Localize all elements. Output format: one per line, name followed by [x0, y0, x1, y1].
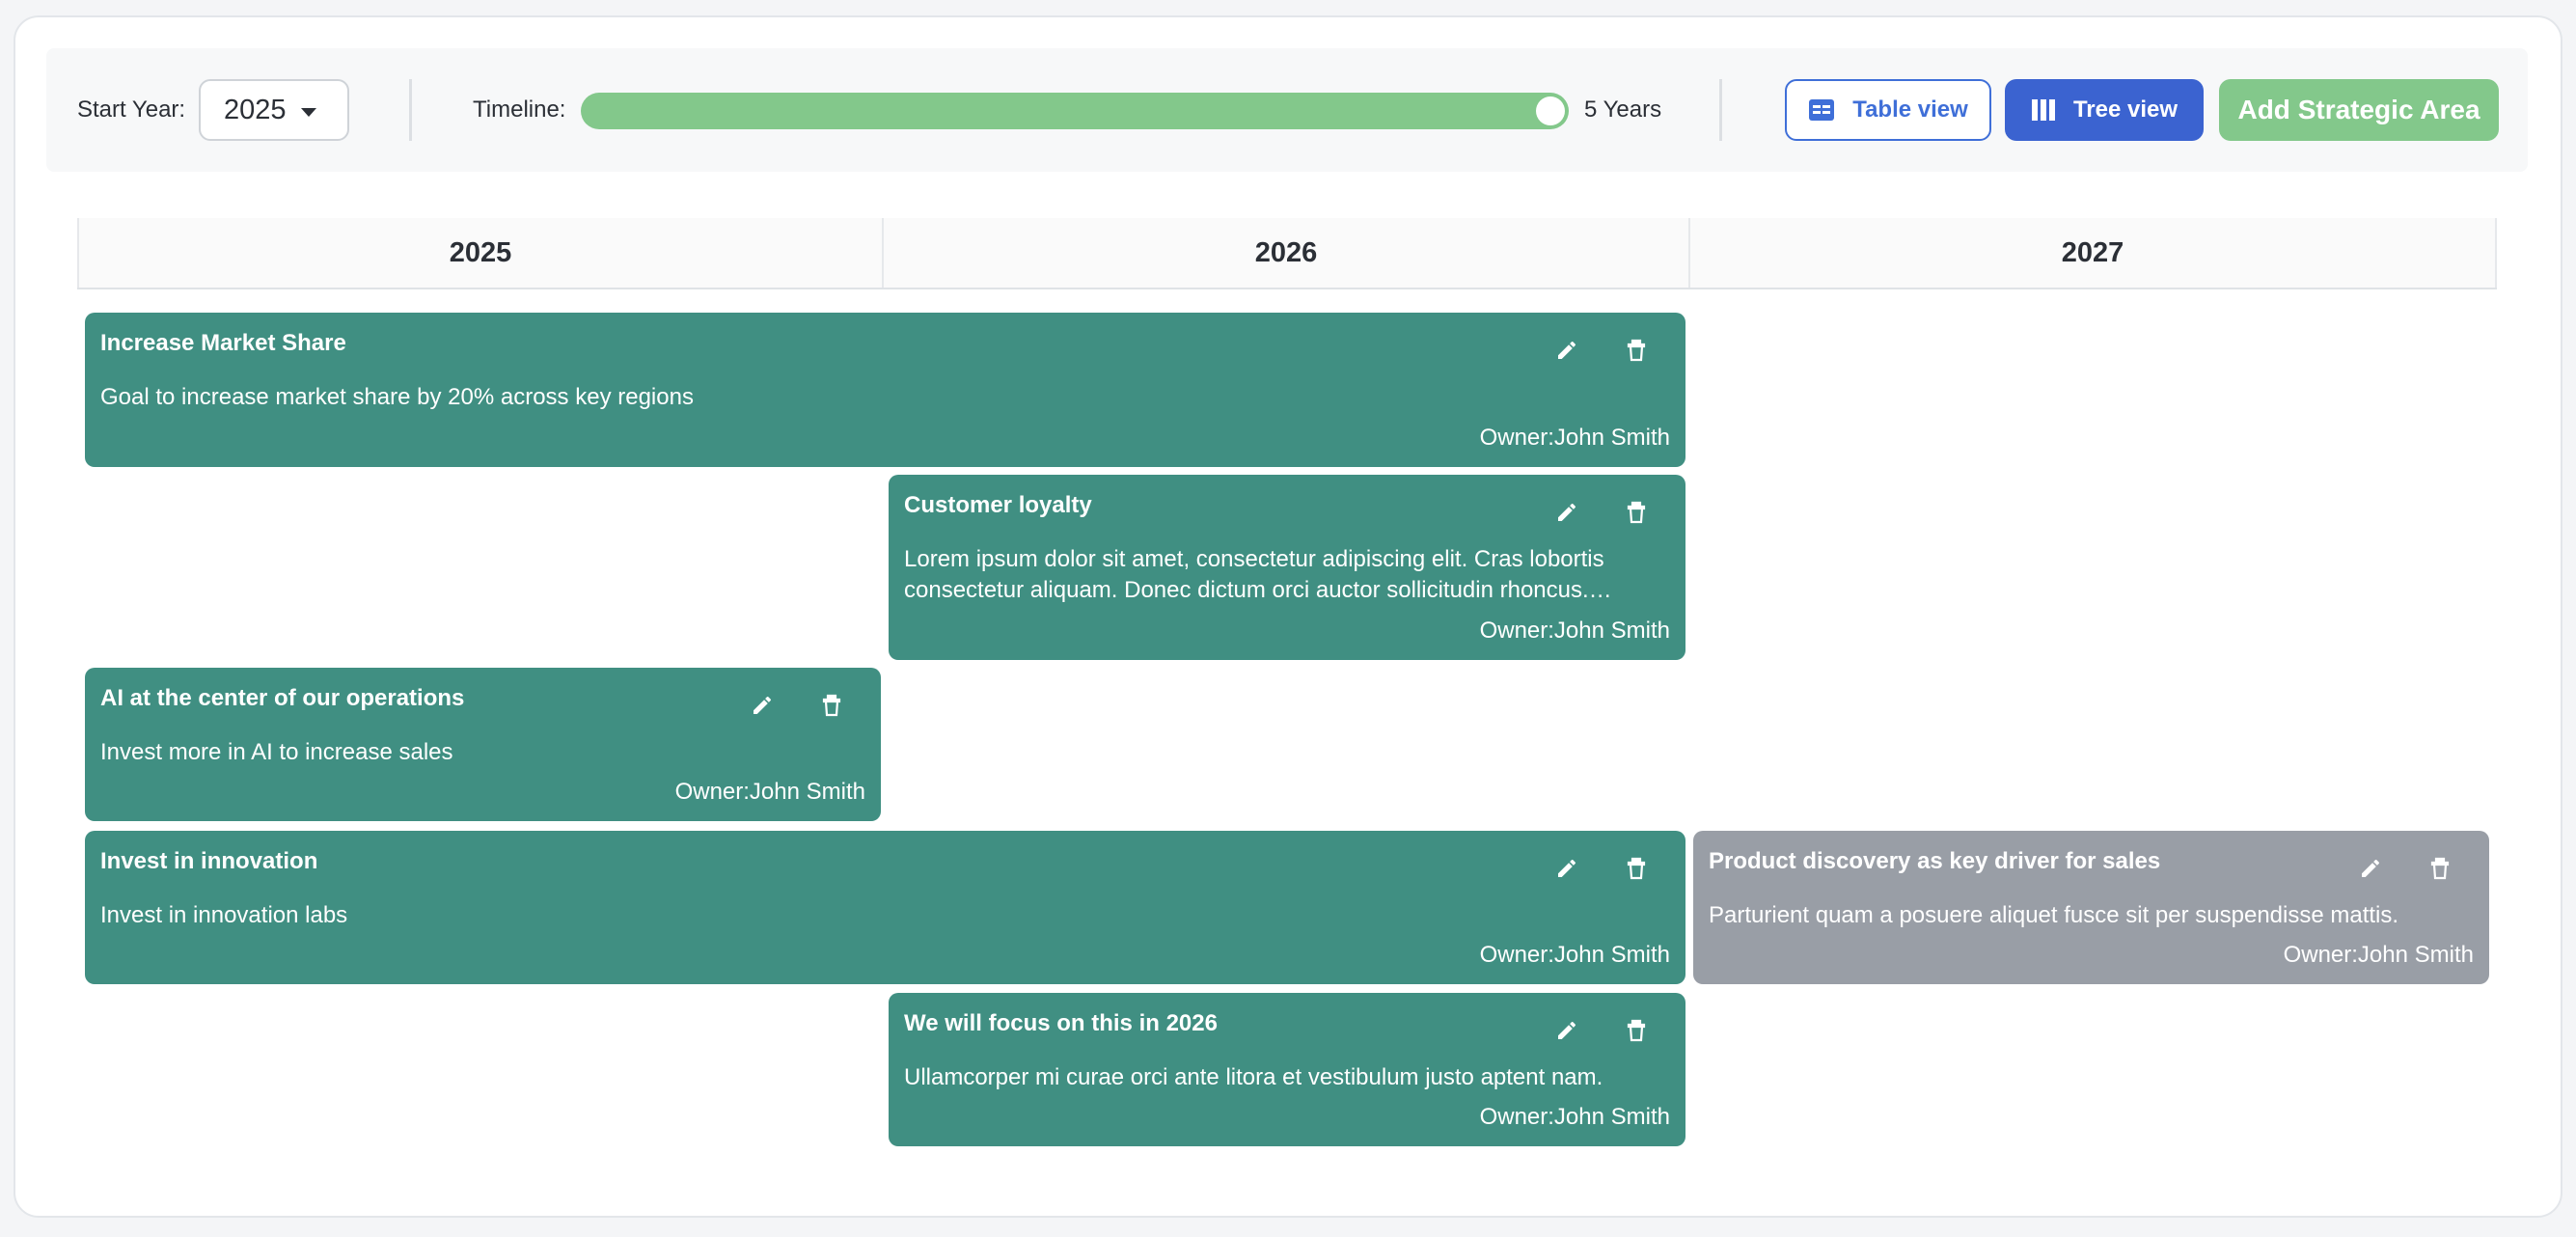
edit-icon[interactable] — [1552, 854, 1581, 883]
goal-title: We will focus on this in 2026 — [904, 1010, 1218, 1036]
timeline-header: 2025 2026 2027 — [77, 218, 2497, 289]
delete-icon[interactable] — [1622, 336, 1651, 365]
goal-description: Invest more in AI to increase sales — [100, 739, 453, 765]
year-column-header: 2025 — [77, 218, 884, 288]
delete-icon[interactable] — [1622, 498, 1651, 527]
edit-icon[interactable] — [1552, 498, 1581, 527]
goal-description: Ullamcorper mi curae orci ante litora et… — [904, 1064, 1603, 1090]
goal-owner: Owner:John Smith — [2283, 942, 2474, 968]
goal-card[interactable]: Customer loyalty Lorem ipsum dolor sit a… — [889, 475, 1685, 660]
year-column-header: 2026 — [884, 218, 1690, 288]
delete-icon[interactable] — [1622, 1016, 1651, 1045]
chevron-down-icon — [301, 108, 316, 117]
divider — [1719, 79, 1722, 141]
goal-title: Increase Market Share — [100, 330, 346, 356]
goal-description: Goal to increase market share by 20% acr… — [100, 384, 694, 410]
toolbar: Start Year: 2025 Timeline: 5 Years Table… — [46, 48, 2528, 172]
goal-owner: Owner:John Smith — [674, 779, 865, 805]
goal-card[interactable]: We will focus on this in 2026 Ullamcorpe… — [889, 993, 1685, 1146]
add-strategic-area-button[interactable]: Add Strategic Area — [2219, 79, 2499, 141]
goal-description: Parturient quam a posuere aliquet fusce … — [1709, 902, 2399, 928]
timeline-slider[interactable] — [581, 93, 1569, 129]
timeline-value: 5 Years — [1584, 96, 1662, 123]
goal-owner: Owner:John Smith — [1479, 425, 1670, 451]
tree-view-button[interactable]: Tree view — [2005, 79, 2204, 141]
edit-icon[interactable] — [2356, 854, 2385, 883]
divider — [409, 79, 412, 141]
tree-view-label: Tree view — [2072, 96, 2179, 123]
goal-owner: Owner:John Smith — [1479, 618, 1670, 644]
goal-title: Invest in innovation — [100, 848, 318, 874]
year-column-header: 2027 — [1690, 218, 2497, 288]
goal-owner: Owner:John Smith — [1479, 942, 1670, 968]
goal-title: AI at the center of our operations — [100, 685, 465, 711]
goal-title: Product discovery as key driver for sale… — [1709, 848, 2161, 874]
table-view-label: Table view — [1852, 96, 1968, 123]
edit-icon[interactable] — [748, 691, 777, 720]
goal-owner: Owner:John Smith — [1479, 1104, 1670, 1130]
edit-icon[interactable] — [1552, 336, 1581, 365]
goal-title: Customer loyalty — [904, 492, 1092, 518]
goal-card[interactable]: Product discovery as key driver for sale… — [1693, 831, 2489, 984]
table-icon — [1809, 99, 1835, 121]
start-year-select[interactable]: 2025 — [199, 79, 349, 141]
goal-description: Lorem ipsum dolor sit amet, consectetur … — [904, 546, 1604, 603]
goal-card[interactable]: Increase Market Share Goal to increase m… — [85, 313, 1685, 467]
delete-icon[interactable] — [2425, 854, 2454, 883]
table-view-button[interactable]: Table view — [1785, 79, 1991, 141]
delete-icon[interactable] — [817, 691, 846, 720]
goal-card[interactable]: AI at the center of our operations Inves… — [85, 668, 881, 821]
goal-card[interactable]: Invest in innovation Invest in innovatio… — [85, 831, 1685, 984]
start-year-value: 2025 — [224, 94, 287, 125]
timeline-label: Timeline: — [473, 96, 566, 123]
slider-handle[interactable] — [1536, 96, 1565, 125]
columns-icon — [2031, 99, 2055, 121]
goal-description: Invest in innovation labs — [100, 902, 348, 928]
edit-icon[interactable] — [1552, 1016, 1581, 1045]
delete-icon[interactable] — [1622, 854, 1651, 883]
start-year-label: Start Year: — [77, 96, 186, 123]
